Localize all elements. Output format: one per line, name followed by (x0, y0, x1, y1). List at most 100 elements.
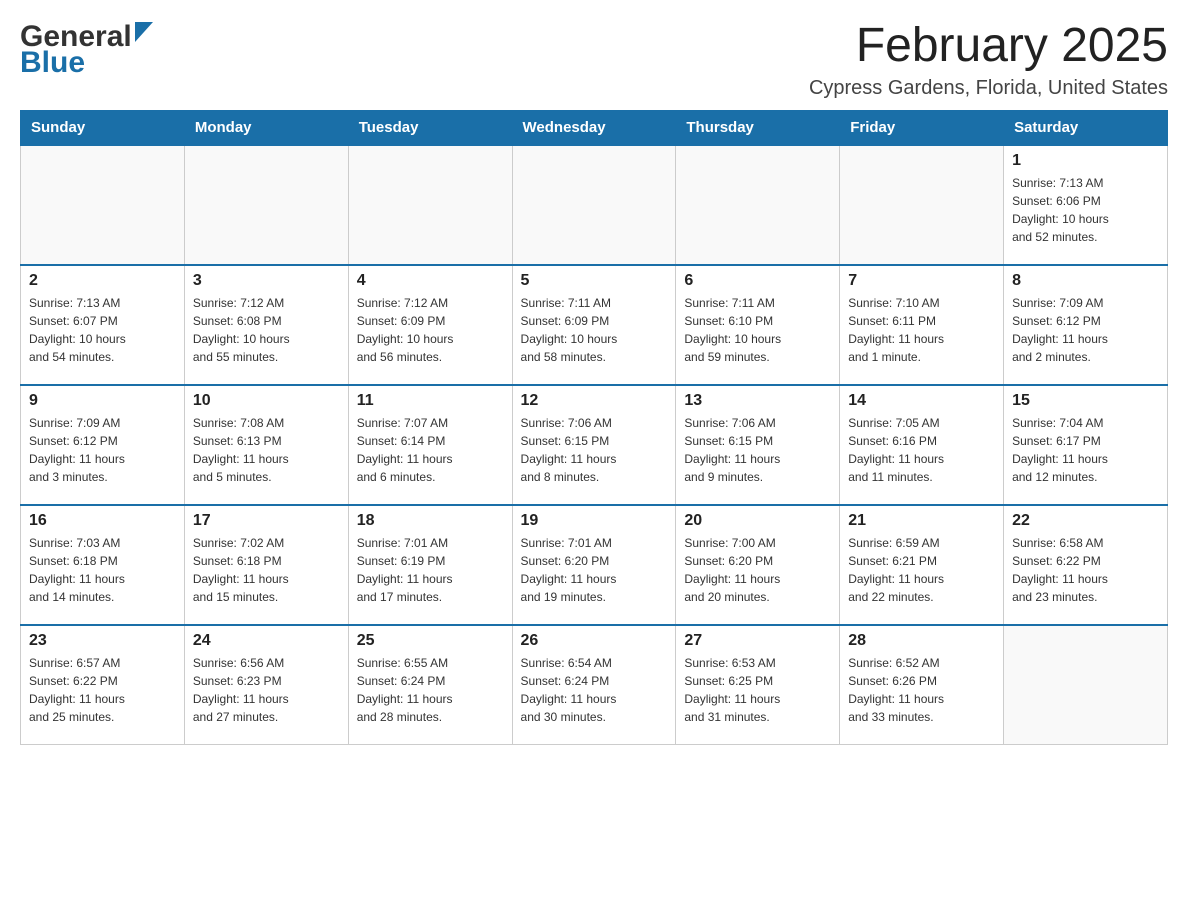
day-info: Sunrise: 7:09 AM Sunset: 6:12 PM Dayligh… (29, 414, 176, 486)
day-number: 27 (684, 632, 831, 650)
day-info: Sunrise: 7:07 AM Sunset: 6:14 PM Dayligh… (357, 414, 504, 486)
calendar-week-row: 9 Sunrise: 7:09 AM Sunset: 6:12 PM Daylig… (21, 385, 1168, 505)
day-number: 28 (848, 632, 995, 650)
day-info: Sunrise: 7:08 AM Sunset: 6:13 PM Dayligh… (193, 414, 340, 486)
day-number: 15 (1012, 392, 1159, 410)
day-info: Sunrise: 7:05 AM Sunset: 6:16 PM Dayligh… (848, 414, 995, 486)
table-row (348, 145, 512, 265)
day-info: Sunrise: 7:03 AM Sunset: 6:18 PM Dayligh… (29, 534, 176, 606)
calendar-title: February 2025 Cypress Gardens, Florida, … (809, 20, 1168, 100)
calendar-week-row: 23 Sunrise: 6:57 AM Sunset: 6:22 PM Dayli… (21, 625, 1168, 745)
page-header: General Blue February 2025 Cypress Garde… (20, 20, 1168, 100)
table-row: 23 Sunrise: 6:57 AM Sunset: 6:22 PM Dayli… (21, 625, 185, 745)
table-row (1004, 625, 1168, 745)
table-row: 2 Sunrise: 7:13 AM Sunset: 6:07 PM Daylig… (21, 265, 185, 385)
day-info: Sunrise: 6:52 AM Sunset: 6:26 PM Dayligh… (848, 654, 995, 726)
day-number: 8 (1012, 272, 1159, 290)
table-row: 20Sunrise: 7:00 AM Sunset: 6:20 PM Dayli… (676, 505, 840, 625)
day-info: Sunrise: 7:01 AM Sunset: 6:20 PM Dayligh… (521, 534, 668, 606)
logo: General Blue (20, 20, 153, 80)
day-number: 13 (684, 392, 831, 410)
calendar-week-row: 16 Sunrise: 7:03 AM Sunset: 6:18 PM Dayli… (21, 505, 1168, 625)
col-saturday: Saturday (1004, 110, 1168, 145)
day-info: Sunrise: 6:59 AM Sunset: 6:21 PM Dayligh… (848, 534, 995, 606)
day-number: 16 (29, 512, 176, 530)
table-row: 25Sunrise: 6:55 AM Sunset: 6:24 PM Dayli… (348, 625, 512, 745)
day-number: 18 (357, 512, 504, 530)
day-number: 11 (357, 392, 504, 410)
day-number: 4 (357, 272, 504, 290)
day-number: 17 (193, 512, 340, 530)
col-friday: Friday (840, 110, 1004, 145)
day-number: 19 (521, 512, 668, 530)
day-info: Sunrise: 7:02 AM Sunset: 6:18 PM Dayligh… (193, 534, 340, 606)
table-row: 16 Sunrise: 7:03 AM Sunset: 6:18 PM Dayli… (21, 505, 185, 625)
day-info: Sunrise: 7:13 AM Sunset: 6:06 PM Dayligh… (1012, 174, 1159, 246)
col-tuesday: Tuesday (348, 110, 512, 145)
day-info: Sunrise: 6:55 AM Sunset: 6:24 PM Dayligh… (357, 654, 504, 726)
day-number: 21 (848, 512, 995, 530)
table-row: 1 Sunrise: 7:13 AM Sunset: 6:06 PM Daylig… (1004, 145, 1168, 265)
day-info: Sunrise: 7:11 AM Sunset: 6:10 PM Dayligh… (684, 294, 831, 366)
table-row: 27 Sunrise: 6:53 AM Sunset: 6:25 PM Dayli… (676, 625, 840, 745)
table-row: 21 Sunrise: 6:59 AM Sunset: 6:21 PM Dayli… (840, 505, 1004, 625)
table-row (676, 145, 840, 265)
table-row: 14 Sunrise: 7:05 AM Sunset: 6:16 PM Dayli… (840, 385, 1004, 505)
day-number: 22 (1012, 512, 1159, 530)
day-info: Sunrise: 7:13 AM Sunset: 6:07 PM Dayligh… (29, 294, 176, 366)
day-info: Sunrise: 6:56 AM Sunset: 6:23 PM Dayligh… (193, 654, 340, 726)
day-number: 12 (521, 392, 668, 410)
logo-blue-text: Blue (20, 46, 85, 80)
table-row (21, 145, 185, 265)
day-info: Sunrise: 7:12 AM Sunset: 6:09 PM Dayligh… (357, 294, 504, 366)
day-info: Sunrise: 6:57 AM Sunset: 6:22 PM Dayligh… (29, 654, 176, 726)
table-row: 7 Sunrise: 7:10 AM Sunset: 6:11 PM Daylig… (840, 265, 1004, 385)
table-row: 26Sunrise: 6:54 AM Sunset: 6:24 PM Dayli… (512, 625, 676, 745)
table-row: 19 Sunrise: 7:01 AM Sunset: 6:20 PM Dayli… (512, 505, 676, 625)
day-number: 2 (29, 272, 176, 290)
col-sunday: Sunday (21, 110, 185, 145)
table-row: 3 Sunrise: 7:12 AM Sunset: 6:08 PM Daylig… (184, 265, 348, 385)
day-number: 20 (684, 512, 831, 530)
day-number: 6 (684, 272, 831, 290)
table-row: 15 Sunrise: 7:04 AM Sunset: 6:17 PM Dayli… (1004, 385, 1168, 505)
table-row (184, 145, 348, 265)
table-row (512, 145, 676, 265)
day-info: Sunrise: 7:09 AM Sunset: 6:12 PM Dayligh… (1012, 294, 1159, 366)
table-row: 12 Sunrise: 7:06 AM Sunset: 6:15 PM Dayli… (512, 385, 676, 505)
day-info: Sunrise: 7:10 AM Sunset: 6:11 PM Dayligh… (848, 294, 995, 366)
day-number: 3 (193, 272, 340, 290)
day-info: Sunrise: 7:06 AM Sunset: 6:15 PM Dayligh… (684, 414, 831, 486)
calendar-header-row: Sunday Monday Tuesday Wednesday Thursday… (21, 110, 1168, 145)
day-number: 9 (29, 392, 176, 410)
location-subtitle: Cypress Gardens, Florida, United States (809, 77, 1168, 100)
day-info: Sunrise: 7:04 AM Sunset: 6:17 PM Dayligh… (1012, 414, 1159, 486)
calendar-week-row: 1 Sunrise: 7:13 AM Sunset: 6:06 PM Daylig… (21, 145, 1168, 265)
day-info: Sunrise: 6:58 AM Sunset: 6:22 PM Dayligh… (1012, 534, 1159, 606)
calendar-week-row: 2 Sunrise: 7:13 AM Sunset: 6:07 PM Daylig… (21, 265, 1168, 385)
col-monday: Monday (184, 110, 348, 145)
table-row: 6 Sunrise: 7:11 AM Sunset: 6:10 PM Daylig… (676, 265, 840, 385)
table-row (840, 145, 1004, 265)
calendar-table: Sunday Monday Tuesday Wednesday Thursday… (20, 110, 1168, 746)
table-row: 5Sunrise: 7:11 AM Sunset: 6:09 PM Daylig… (512, 265, 676, 385)
table-row: 13 Sunrise: 7:06 AM Sunset: 6:15 PM Dayli… (676, 385, 840, 505)
day-info: Sunrise: 6:53 AM Sunset: 6:25 PM Dayligh… (684, 654, 831, 726)
table-row: 8 Sunrise: 7:09 AM Sunset: 6:12 PM Daylig… (1004, 265, 1168, 385)
table-row: 10Sunrise: 7:08 AM Sunset: 6:13 PM Dayli… (184, 385, 348, 505)
day-number: 1 (1012, 152, 1159, 170)
col-wednesday: Wednesday (512, 110, 676, 145)
day-number: 26 (521, 632, 668, 650)
day-info: Sunrise: 7:12 AM Sunset: 6:08 PM Dayligh… (193, 294, 340, 366)
logo-arrow-icon (135, 22, 153, 47)
day-info: Sunrise: 7:06 AM Sunset: 6:15 PM Dayligh… (521, 414, 668, 486)
day-number: 24 (193, 632, 340, 650)
day-number: 23 (29, 632, 176, 650)
day-number: 14 (848, 392, 995, 410)
table-row: 18Sunrise: 7:01 AM Sunset: 6:19 PM Dayli… (348, 505, 512, 625)
day-number: 7 (848, 272, 995, 290)
col-thursday: Thursday (676, 110, 840, 145)
table-row: 22 Sunrise: 6:58 AM Sunset: 6:22 PM Dayli… (1004, 505, 1168, 625)
table-row: 11 Sunrise: 7:07 AM Sunset: 6:14 PM Dayli… (348, 385, 512, 505)
table-row: 9 Sunrise: 7:09 AM Sunset: 6:12 PM Daylig… (21, 385, 185, 505)
